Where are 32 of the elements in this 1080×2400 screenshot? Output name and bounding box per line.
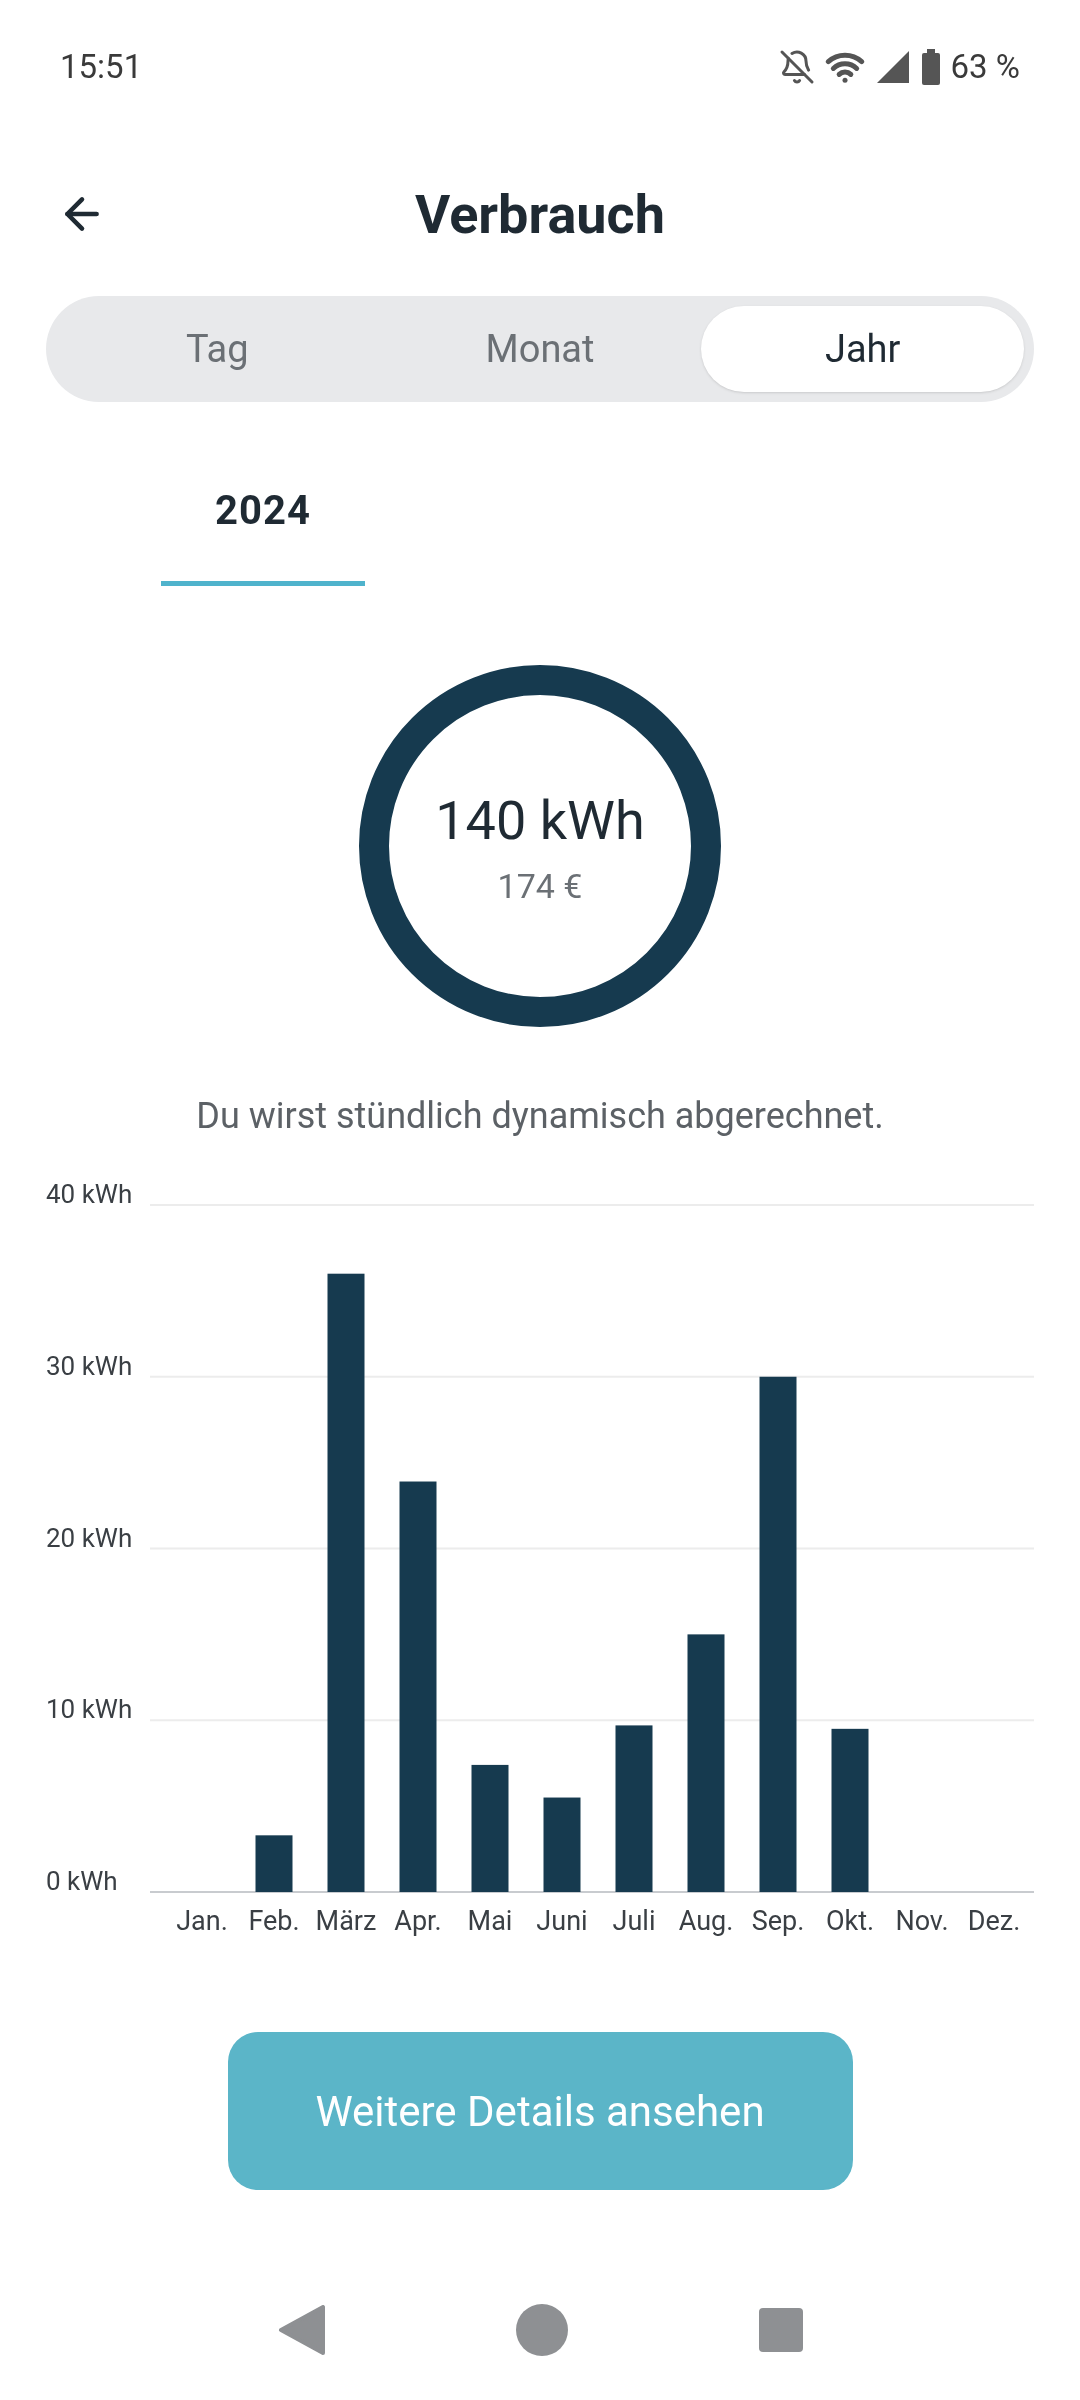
y-axis-label: 30 kWh: [46, 1350, 133, 1381]
y-axis-label: 0 kWh: [46, 1866, 118, 1896]
x-axis-label: Dez.: [967, 1905, 1021, 1937]
x-axis-label: Mai: [467, 1905, 513, 1937]
page-title: Verbrauch: [415, 181, 665, 248]
back-nav-icon[interactable]: [277, 2305, 325, 2355]
x-axis-label: Jan.: [176, 1905, 228, 1937]
mute-icon: [778, 49, 815, 85]
y-axis-label: 20 kWh: [46, 1522, 133, 1553]
x-axis-label: Juli: [612, 1905, 656, 1937]
home-nav-icon[interactable]: [515, 2303, 569, 2357]
battery-percent: 63 %: [950, 46, 1020, 89]
segment-tab[interactable]: Tag: [56, 306, 379, 392]
y-axis-label: 10 kWh: [46, 1694, 133, 1725]
battery-icon: [920, 49, 941, 85]
year-tab[interactable]: 2024: [161, 440, 365, 586]
chart-bar: [255, 1835, 293, 1892]
segment-tab[interactable]: Monat: [378, 306, 702, 392]
x-axis-label: Apr.: [394, 1905, 442, 1937]
x-axis-label: Nov.: [895, 1905, 949, 1937]
segment-tab[interactable]: Jahr: [701, 306, 1024, 392]
total-cost: 174 €: [497, 865, 583, 908]
x-axis-label: März: [315, 1905, 377, 1937]
x-axis-label: Juni: [536, 1905, 588, 1937]
details-button[interactable]: Weitere Details ansehen: [227, 2032, 853, 2190]
y-axis-label: 40 kWh: [46, 1179, 133, 1209]
total-energy: 140 kWh: [435, 788, 645, 854]
status-time: 15:51: [60, 46, 143, 89]
x-axis-label: Feb.: [248, 1905, 300, 1937]
x-axis-label: Sep.: [751, 1905, 805, 1937]
x-axis-label: Okt.: [825, 1905, 875, 1937]
x-axis-label: Aug.: [678, 1905, 734, 1937]
